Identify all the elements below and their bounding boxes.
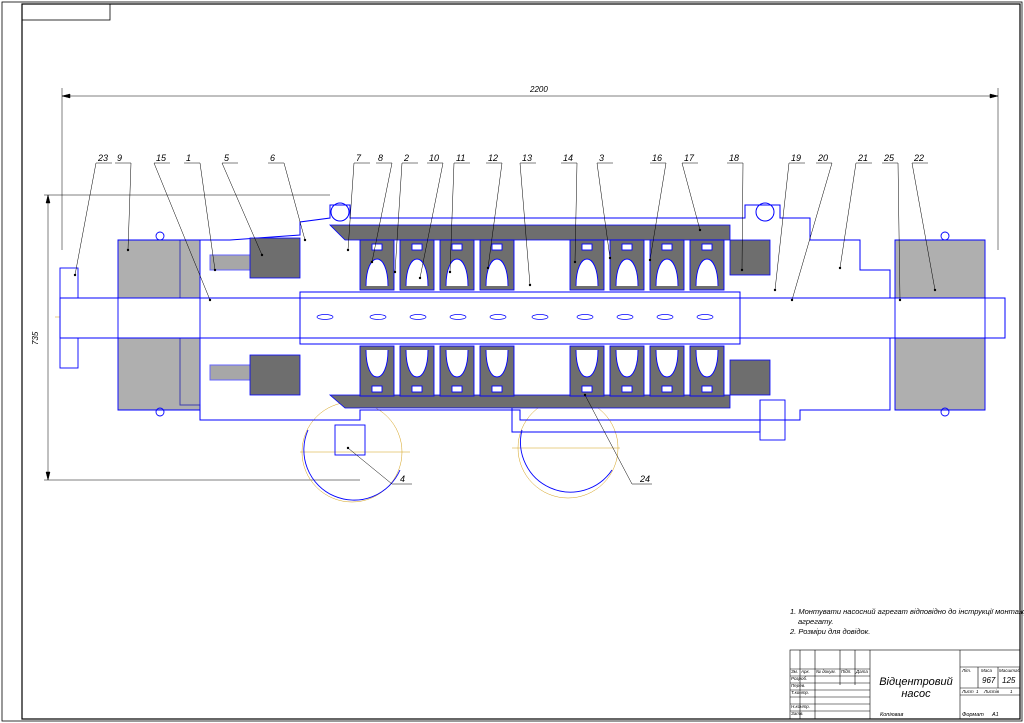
part-number: 23 bbox=[97, 153, 108, 163]
part-label-9: 9 bbox=[115, 153, 132, 252]
sheets-label: Листів bbox=[984, 689, 999, 694]
note-line: 2. Розміри для довідок. bbox=[790, 627, 871, 636]
part-label-19: 19 bbox=[773, 153, 805, 292]
note-line: агрегату. bbox=[798, 617, 834, 626]
part-number: 9 bbox=[117, 153, 122, 163]
scale-value: 125 bbox=[1002, 676, 1016, 685]
part-number: 18 bbox=[729, 153, 739, 163]
part-number: 14 bbox=[563, 153, 573, 163]
sheet-label: Лист bbox=[962, 689, 974, 694]
title-block-row: Арк. bbox=[801, 669, 810, 674]
part-label-21: 21 bbox=[838, 153, 872, 270]
title-block-row: Дата bbox=[856, 669, 868, 674]
note-line: 1. Монтувати насосний агрегат відповідно… bbox=[790, 607, 1024, 616]
part-label-17: 17 bbox=[681, 153, 702, 232]
title-block-row: Затв. bbox=[791, 711, 804, 716]
part-number: 20 bbox=[817, 153, 828, 163]
part-number: 13 bbox=[522, 153, 532, 163]
mass-value: 967 bbox=[982, 676, 996, 685]
footer-format: Формат bbox=[962, 712, 984, 718]
notes-block: 1. Монтувати насосний агрегат відповідно… bbox=[790, 607, 1024, 637]
sheets-number: 1 bbox=[1010, 689, 1013, 694]
footer-copy: Копіював bbox=[880, 712, 904, 718]
part-number: 22 bbox=[913, 153, 924, 163]
part-number: 10 bbox=[429, 153, 439, 163]
col-mass: Маса bbox=[981, 668, 993, 673]
part-number: 7 bbox=[356, 153, 362, 163]
part-number: 21 bbox=[857, 153, 868, 163]
part-number: 12 bbox=[488, 153, 498, 163]
part-number: 24 bbox=[639, 474, 650, 484]
part-number: 19 bbox=[791, 153, 801, 163]
sheet-number: 1 bbox=[976, 689, 979, 694]
part-number: 15 bbox=[156, 153, 167, 163]
part-label-20: 20 bbox=[790, 153, 833, 302]
support-circles bbox=[300, 397, 620, 503]
part-number: 2 bbox=[403, 153, 409, 163]
part-label-23: 23 bbox=[73, 153, 112, 277]
part-number: 5 bbox=[224, 153, 230, 163]
footer-format-value: А1 bbox=[992, 712, 999, 718]
title-block-row: Перев. bbox=[791, 683, 806, 688]
part-number: 6 bbox=[270, 153, 275, 163]
part-number: 17 bbox=[684, 153, 695, 163]
dimension-2200-label: 2200 bbox=[529, 85, 548, 94]
title-block-row: Зм. bbox=[791, 669, 799, 674]
title-block-row: Розроб. bbox=[791, 676, 808, 681]
title-block-row: № докум. bbox=[816, 669, 836, 674]
part-number: 25 bbox=[883, 153, 895, 163]
col-scale: Масштаб bbox=[999, 668, 1021, 673]
corner-stamp bbox=[21, 3, 111, 21]
title-block-row: Підп. bbox=[841, 669, 852, 674]
part-number: 8 bbox=[378, 153, 383, 163]
part-number: 1 bbox=[186, 153, 191, 163]
col-lit: Літ. bbox=[962, 668, 972, 673]
part-number: 4 bbox=[400, 474, 405, 484]
dimension-735-label: 735 bbox=[31, 331, 40, 345]
part-number: 16 bbox=[652, 153, 662, 163]
part-label-13: 13 bbox=[519, 153, 536, 287]
support-circles-blue bbox=[303, 429, 613, 501]
part-number: 11 bbox=[456, 153, 465, 163]
drawing-title: Відцентровий насос bbox=[879, 676, 953, 700]
part-number: 3 bbox=[599, 153, 604, 163]
title-block-row: Т.контр. bbox=[791, 690, 810, 695]
title-block-row: Н.контр. bbox=[791, 704, 811, 709]
